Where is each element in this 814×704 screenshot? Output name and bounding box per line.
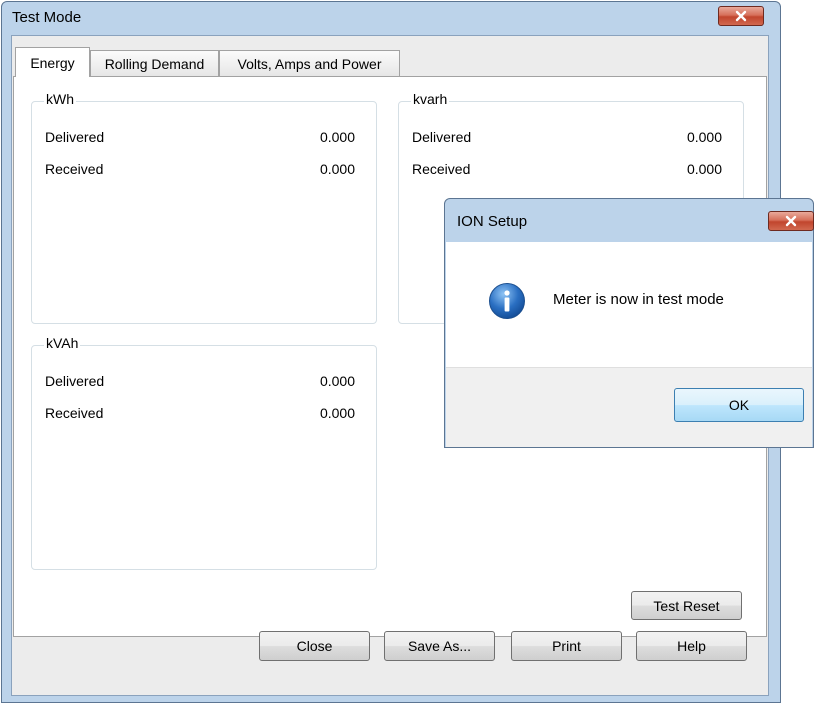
kvah-received-label: Received — [45, 405, 104, 421]
tab-volts-amps-power[interactable]: Volts, Amps and Power — [219, 50, 400, 76]
kvarh-delivered-label: Delivered — [412, 129, 472, 145]
tab-energy[interactable]: Energy — [15, 47, 90, 77]
close-icon — [785, 215, 797, 227]
dialog-button-bar: OK — [446, 367, 812, 447]
kvah-group: kVAh Delivered 0.000 Received 0.000 — [31, 335, 377, 570]
kwh-received-label: Received — [45, 161, 104, 177]
test-reset-button[interactable]: Test Reset — [631, 591, 742, 620]
kvah-delivered-value: 0.000 — [319, 373, 355, 389]
print-button[interactable]: Print — [511, 631, 622, 661]
kvarh-received-label: Received — [412, 161, 471, 177]
dialog-message-area: Meter is now in test mode — [446, 242, 812, 367]
close-button[interactable]: Close — [259, 631, 370, 661]
kvarh-received-value: 0.000 — [686, 161, 722, 177]
window-close-button[interactable] — [718, 6, 764, 26]
kvarh-delivered-value: 0.000 — [686, 129, 722, 145]
ok-label: OK — [728, 397, 750, 413]
close-label: Close — [296, 638, 333, 654]
dialog-message: Meter is now in test mode — [553, 291, 724, 308]
dialog-title: ION Setup — [457, 213, 528, 230]
kvarh-group-title: kvarh — [411, 91, 450, 107]
kwh-group: kWh Delivered 0.000 Received 0.000 — [31, 91, 377, 324]
test-reset-label: Test Reset — [653, 597, 720, 614]
close-icon — [735, 10, 747, 22]
title-bar[interactable]: Test Mode — [2, 2, 780, 36]
ion-setup-dialog: ION Setup Meter is now in test mode OK — [444, 198, 814, 448]
kvah-delivered-label: Delivered — [45, 373, 105, 389]
kwh-delivered-label: Delivered — [45, 129, 105, 145]
save-as-label: Save As... — [407, 638, 472, 654]
kwh-group-title: kWh — [44, 91, 76, 107]
save-as-button[interactable]: Save As... — [384, 631, 495, 661]
help-button[interactable]: Help — [636, 631, 747, 661]
tab-label: Rolling Demand — [104, 55, 205, 72]
kvah-received-value: 0.000 — [319, 405, 355, 421]
help-label: Help — [677, 638, 706, 654]
kvah-group-title: kVAh — [44, 335, 81, 351]
ok-button[interactable]: OK — [674, 388, 804, 422]
kwh-received-value: 0.000 — [319, 161, 355, 177]
info-icon — [489, 283, 525, 319]
tab-rolling-demand[interactable]: Rolling Demand — [90, 50, 219, 76]
window-title: Test Mode — [12, 9, 82, 26]
tab-label: Energy — [30, 54, 75, 71]
kwh-delivered-value: 0.000 — [319, 129, 355, 145]
dialog-close-button[interactable] — [768, 211, 814, 231]
tab-label: Volts, Amps and Power — [237, 55, 382, 72]
print-label: Print — [552, 638, 581, 654]
